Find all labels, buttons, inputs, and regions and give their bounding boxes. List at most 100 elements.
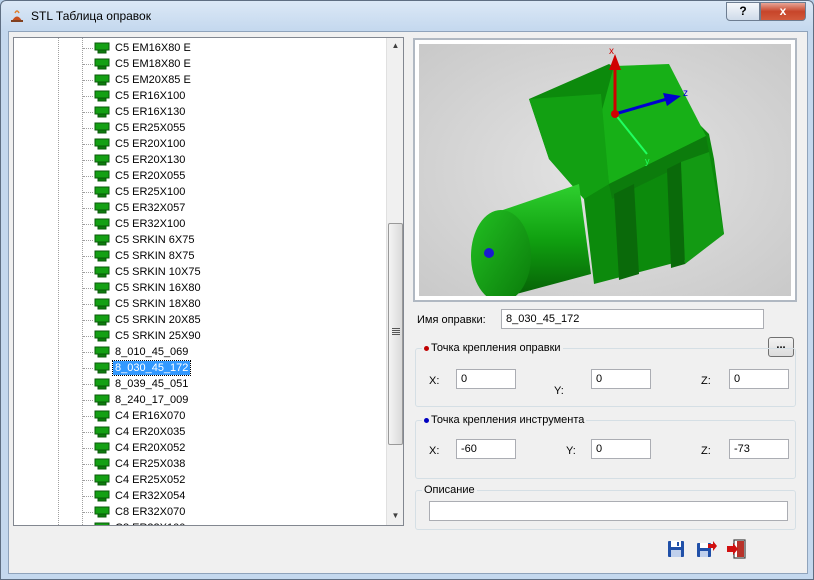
tree-connector xyxy=(83,144,93,145)
tree-item[interactable]: C5 EM20X85 E xyxy=(14,72,386,88)
tree-connector xyxy=(83,416,93,417)
tree-item[interactable]: 8_010_45_069 xyxy=(14,344,386,360)
tree-item[interactable]: C5 ER16X130 xyxy=(14,104,386,120)
tree-connector xyxy=(83,288,93,289)
tree-item[interactable]: C5 ER20X130 xyxy=(14,152,386,168)
tree-item[interactable]: C5 SRKIN 10X75 xyxy=(14,264,386,280)
tree-item[interactable]: C5 ER20X100 xyxy=(14,136,386,152)
tree-connector xyxy=(83,176,93,177)
scroll-down-arrow[interactable]: ▼ xyxy=(388,508,403,524)
tree-connector xyxy=(83,272,93,273)
mount-z-field[interactable]: 0 xyxy=(729,369,789,389)
tool-x-field[interactable]: -60 xyxy=(456,439,516,459)
tree-item-label: C4 ER25X052 xyxy=(115,474,186,486)
tool-y-field[interactable]: 0 xyxy=(591,439,651,459)
tree-item[interactable]: C4 ER25X038 xyxy=(14,456,386,472)
mount-x-label: X: xyxy=(429,375,440,387)
tree-item[interactable]: C5 ER25X100 xyxy=(14,184,386,200)
tree-item[interactable]: C5 ER20X055 xyxy=(14,168,386,184)
tree-item[interactable]: C4 ER20X035 xyxy=(14,424,386,440)
tree-item-label: C5 SRKIN 10X75 xyxy=(115,266,201,278)
tree-item[interactable]: C4 ER32X054 xyxy=(14,488,386,504)
tree-item[interactable]: C5 SRKIN 8X75 xyxy=(14,248,386,264)
holder-name-field[interactable]: 8_030_45_172 xyxy=(501,309,764,329)
client-area: C5 EM16X80 E C5 EM18X80 E C5 EM20X85 E C5 E… xyxy=(8,31,808,574)
tree-connector xyxy=(83,304,93,305)
tree-item[interactable]: C5 ER32X057 xyxy=(14,200,386,216)
model-preview[interactable]: x z y xyxy=(413,38,797,302)
tree-item-label: C5 EM16X80 E xyxy=(115,42,191,54)
tree-item-label: C4 ER20X052 xyxy=(115,442,186,454)
tree-item[interactable]: C5 SRKIN 16X80 xyxy=(14,280,386,296)
axis-x-label: x xyxy=(609,46,614,57)
tree-connector xyxy=(83,96,93,97)
tree-connector xyxy=(83,160,93,161)
description-field[interactable] xyxy=(429,501,788,521)
axis-y-label: y xyxy=(645,156,650,166)
help-button[interactable]: ? xyxy=(726,2,760,21)
tool-holder-icon xyxy=(94,90,110,102)
tree-item[interactable]: C5 SRKIN 18X80 xyxy=(14,296,386,312)
tree-item[interactable]: C5 ER16X100 xyxy=(14,88,386,104)
tree-item[interactable]: C5 ER32X100 xyxy=(14,216,386,232)
tool-point-title-text: Точка крепления инструмента xyxy=(431,414,585,426)
holder-tree[interactable]: C5 EM16X80 E C5 EM18X80 E C5 EM20X85 E C5 E… xyxy=(13,37,404,526)
tree-item[interactable]: 8_039_45_051 xyxy=(14,376,386,392)
tree-connector xyxy=(83,192,93,193)
tree-item-label: C8 ER32X070 xyxy=(115,506,186,518)
close-button[interactable]: x xyxy=(760,2,806,21)
tree-item[interactable]: C5 EM16X80 E xyxy=(14,40,386,56)
tree-item-label: C5 EM20X85 E xyxy=(115,74,191,86)
tool-z-field[interactable]: -73 xyxy=(729,439,789,459)
tree-item-label: C5 SRKIN 8X75 xyxy=(115,250,195,262)
tree-item-label: C4 ER25X038 xyxy=(115,458,186,470)
scroll-up-arrow[interactable]: ▲ xyxy=(388,38,403,54)
preview-viewport[interactable]: x z y xyxy=(419,44,791,300)
origin-marker xyxy=(611,110,619,118)
tree-connector xyxy=(83,48,93,49)
tool-holder-icon xyxy=(94,330,110,342)
tree-connector xyxy=(83,240,93,241)
tree-item[interactable]: C5 SRKIN 20X85 xyxy=(14,312,386,328)
tree-item[interactable]: C4 ER20X052 xyxy=(14,440,386,456)
tree-item-label: 8_030_45_172 xyxy=(111,360,192,376)
tool-holder-icon xyxy=(94,346,110,358)
tree-connector xyxy=(83,224,93,225)
tree-scrollbar[interactable]: ▲ ▼ xyxy=(386,38,403,525)
tree-item-label: C5 ER32X057 xyxy=(115,202,186,214)
tree-item[interactable]: 8_240_17_009 xyxy=(14,392,386,408)
scroll-thumb[interactable] xyxy=(388,223,403,445)
exit-icon[interactable] xyxy=(725,538,747,560)
tool-point-marker xyxy=(484,248,494,258)
tree-connector xyxy=(83,384,93,385)
tool-holder-icon xyxy=(94,474,110,486)
mount-x-field[interactable]: 0 xyxy=(456,369,516,389)
tool-holder-icon xyxy=(94,186,110,198)
save-as-icon[interactable] xyxy=(695,538,717,560)
description-title: Описание xyxy=(422,484,477,496)
tree-item[interactable]: C8 ER32X070 xyxy=(14,504,386,520)
tree-connector xyxy=(83,336,93,337)
tree-item[interactable]: C4 ER25X052 xyxy=(14,472,386,488)
tree-item[interactable]: C5 ER25X055 xyxy=(14,120,386,136)
tree-item[interactable]: C8 ER32X100 xyxy=(14,520,386,525)
tree-connector xyxy=(83,464,93,465)
tree-connector xyxy=(83,64,93,65)
tree-item[interactable]: 8_030_45_172 xyxy=(14,360,386,376)
tree-item-label: C5 ER20X100 xyxy=(115,138,186,150)
tool-holder-icon xyxy=(94,106,110,118)
save-icon[interactable] xyxy=(665,538,687,560)
mount-y-field[interactable]: 0 xyxy=(591,369,651,389)
tree-item[interactable]: C5 EM18X80 E xyxy=(14,56,386,72)
tree-item-label: C5 ER16X100 xyxy=(115,90,186,102)
tree-item-label: 8_240_17_009 xyxy=(115,394,189,406)
tool-holder-icon xyxy=(94,138,110,150)
tool-holder-icon xyxy=(94,170,110,182)
tree-connector xyxy=(83,512,93,513)
tree-item[interactable]: C4 ER16X070 xyxy=(14,408,386,424)
tool-holder-icon xyxy=(94,122,110,134)
tree-item[interactable]: C5 SRKIN 6X75 xyxy=(14,232,386,248)
window-title: STL Таблица оправок xyxy=(31,9,151,23)
tree-item-label: C5 SRKIN 18X80 xyxy=(115,298,201,310)
tree-item[interactable]: C5 SRKIN 25X90 xyxy=(14,328,386,344)
